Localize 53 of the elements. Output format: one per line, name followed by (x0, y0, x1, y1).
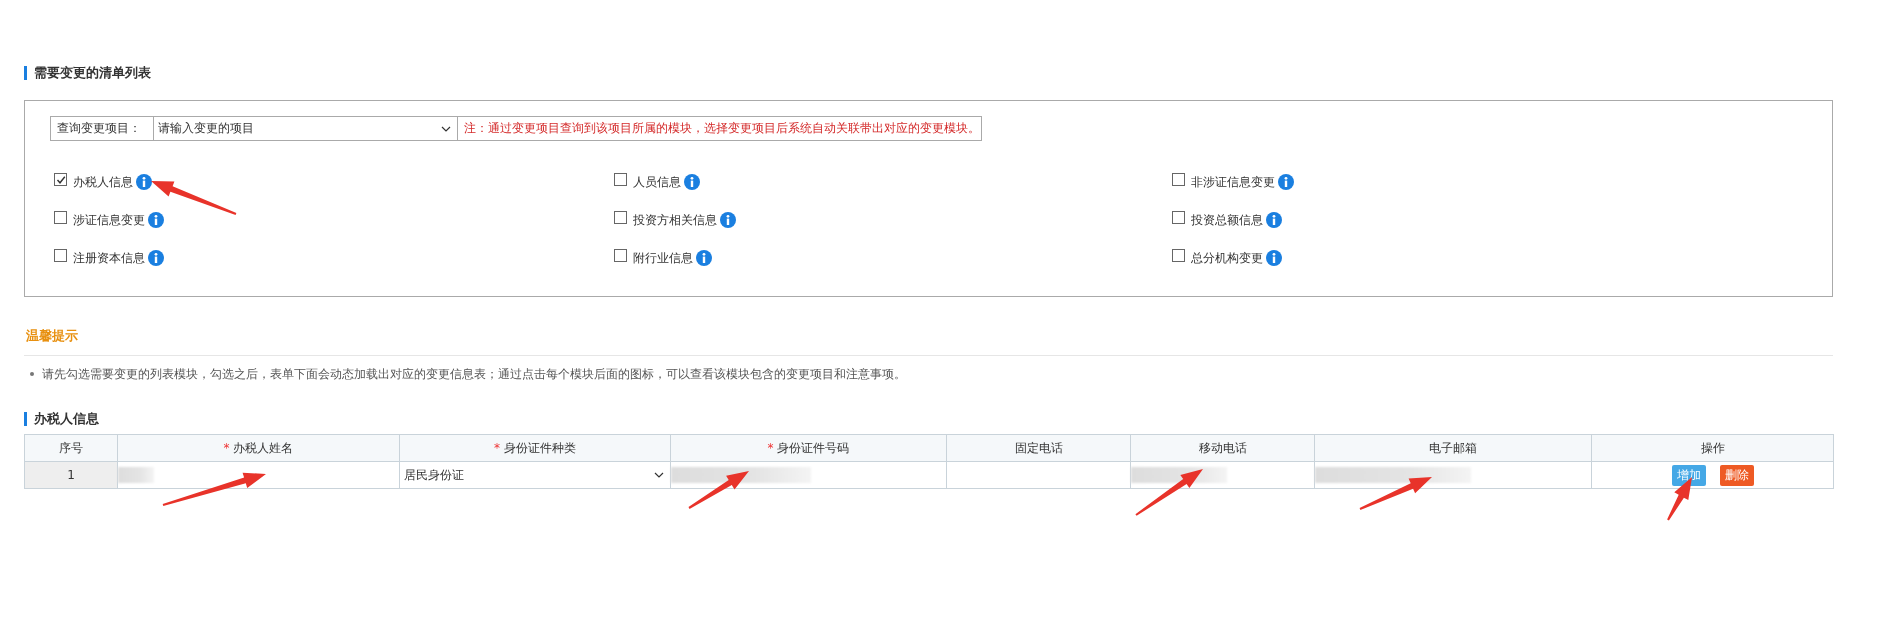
chevron-down-icon (441, 125, 451, 132)
module-label: 投资方相关信息 (633, 211, 717, 229)
checkbox[interactable] (54, 249, 67, 262)
module-label: 投资总额信息 (1191, 211, 1263, 229)
info-icon[interactable] (136, 174, 152, 190)
query-label: 查询变更项目： (51, 117, 154, 140)
module-label: 涉证信息变更 (73, 211, 145, 229)
required-mark: * (767, 440, 774, 455)
info-icon[interactable] (148, 250, 164, 266)
section-title: 需要变更的清单列表 (24, 66, 151, 80)
annotation-arrow (688, 471, 749, 509)
module-label: 办税人信息 (73, 173, 133, 191)
checkbox[interactable] (614, 211, 627, 224)
info-icon[interactable] (720, 212, 736, 228)
section-title: 办税人信息 (24, 412, 99, 426)
module-label: 非涉证信息变更 (1191, 173, 1275, 191)
column-header: 办税人姓名 (233, 440, 294, 455)
module-label: 附行业信息 (633, 249, 693, 267)
info-icon[interactable] (696, 250, 712, 266)
module-label: 人员信息 (633, 173, 681, 191)
select-field[interactable]: 居民身份证 (400, 462, 670, 488)
column-header: 电子邮箱 (1429, 440, 1477, 455)
info-icon[interactable] (1266, 250, 1282, 266)
required-mark: * (223, 440, 230, 455)
column-header: 序号 (59, 440, 83, 455)
module-label: 总分机构变更 (1191, 249, 1263, 267)
column-header: 身份证件种类 (503, 440, 576, 455)
blurred-value (118, 467, 154, 483)
module-label: 注册资本信息 (73, 249, 145, 267)
checkbox[interactable] (614, 249, 627, 262)
column-header: 移动电话 (1198, 440, 1247, 455)
column-header: 身份证件号码 (777, 440, 850, 455)
column-header: 固定电话 (1014, 440, 1063, 455)
bullet-icon (30, 372, 34, 376)
annotation-arrow (1135, 469, 1203, 516)
info-icon[interactable] (148, 212, 164, 228)
checkbox[interactable] (614, 173, 627, 186)
tips-title: 温馨提示 (25, 328, 78, 343)
query-select[interactable]: 请输入变更的项目 (154, 117, 458, 140)
chevron-down-icon (654, 472, 664, 478)
info-icon[interactable] (684, 174, 700, 190)
column-header: 操作 (1700, 440, 1725, 455)
info-icon[interactable] (1266, 212, 1282, 228)
query-note: 注：通过变更项目查询到该项目所属的模块，选择变更项目后系统自动关联带出对应的变更模块。 (463, 120, 980, 137)
checkbox[interactable] (54, 173, 67, 186)
checkbox[interactable] (1172, 211, 1185, 224)
tip-text: 请先勾选需要变更的列表模块，勾选之后，表单下面会动态加载出对应的变更信息表；通过点击每个模块后面的图标，可以查看该模块包含的变更项目和注意事项。 (42, 366, 906, 383)
checkbox[interactable] (1172, 173, 1185, 186)
checkbox[interactable] (1172, 249, 1185, 262)
checkbox[interactable] (54, 211, 67, 224)
table-cell: 1 (24, 461, 118, 489)
required-mark: * (494, 440, 501, 455)
info-icon[interactable] (1278, 174, 1294, 190)
